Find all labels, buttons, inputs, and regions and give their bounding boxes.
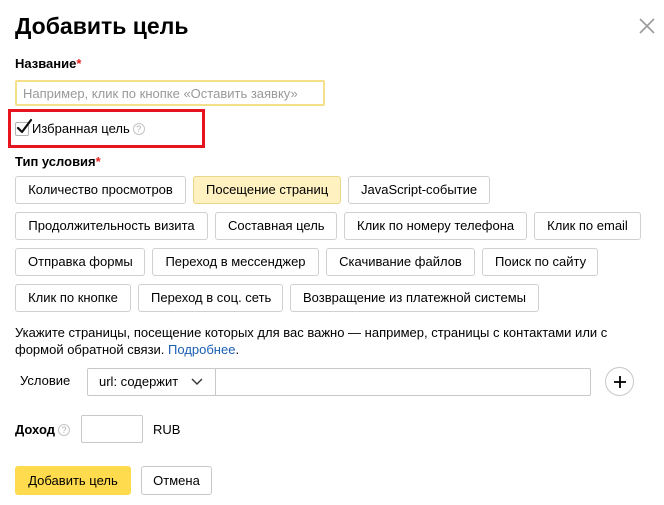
learn-more-link[interactable]: Подробнее xyxy=(168,342,235,357)
condition-hint: Укажите страницы, посещение которых для … xyxy=(15,324,655,358)
hint-end: . xyxy=(235,342,240,357)
chip-composite-goal[interactable]: Составная цель xyxy=(215,212,337,240)
favorite-goal-checkbox[interactable] xyxy=(15,118,33,136)
chip-payment-return[interactable]: Возвращение из платежной системы xyxy=(290,284,539,312)
add-goal-button[interactable]: Добавить цель xyxy=(15,466,131,495)
chip-email-click[interactable]: Клик по email xyxy=(534,212,641,240)
chip-social-network[interactable]: Переход в соц. сеть xyxy=(138,284,283,312)
name-label-text: Название xyxy=(15,56,77,71)
chip-site-search[interactable]: Поиск по сайту xyxy=(482,248,598,276)
chip-file-download[interactable]: Скачивание файлов xyxy=(326,248,475,276)
chip-form-submit[interactable]: Отправка формы xyxy=(15,248,145,276)
condition-type-label: Тип условия* xyxy=(15,154,101,170)
condition-operator-value: url: содержит xyxy=(99,374,179,389)
required-mark: * xyxy=(76,56,82,71)
cancel-button[interactable]: Отмена xyxy=(141,466,212,495)
currency-label: RUB xyxy=(153,422,181,437)
condition-url-input[interactable] xyxy=(215,368,591,396)
chip-visit-duration[interactable]: Продолжительность визита xyxy=(15,212,208,240)
required-mark: * xyxy=(95,154,101,169)
condition-label: Условие xyxy=(20,373,71,388)
add-condition-button[interactable] xyxy=(605,367,634,396)
goal-name-input[interactable] xyxy=(15,80,325,106)
condition-operator-select[interactable]: url: содержит xyxy=(87,368,215,396)
chip-javascript-event[interactable]: JavaScript-событие xyxy=(348,176,490,204)
chip-messenger[interactable]: Переход в мессенджер xyxy=(152,248,319,276)
income-input[interactable] xyxy=(81,415,143,443)
chip-pageviews[interactable]: Количество просмотров xyxy=(15,176,186,204)
favorite-goal-row: Избранная цель ? xyxy=(15,118,145,138)
plus-icon xyxy=(614,376,626,388)
checkmark-icon xyxy=(16,118,33,134)
chevron-down-icon xyxy=(191,378,203,385)
dialog-title: Добавить цель xyxy=(15,13,189,39)
help-icon[interactable]: ? xyxy=(132,123,145,135)
income-row: Доход ? xyxy=(15,422,70,438)
name-label: Название* xyxy=(15,56,81,72)
chip-button-click[interactable]: Клик по кнопке xyxy=(15,284,131,312)
chip-phone-click[interactable]: Клик по номеру телефона xyxy=(344,212,527,240)
income-label: Доход xyxy=(15,422,55,437)
add-goal-dialog: Добавить цель Название* Избранная цель ?… xyxy=(0,0,664,505)
help-icon[interactable]: ? xyxy=(57,424,70,436)
close-icon[interactable] xyxy=(636,15,658,37)
condition-type-label-text: Тип условия xyxy=(15,154,96,169)
hint-text: Укажите страницы, посещение которых для … xyxy=(15,325,608,357)
favorite-goal-label: Избранная цель xyxy=(32,121,130,136)
chip-page-visit[interactable]: Посещение страниц xyxy=(193,176,341,204)
